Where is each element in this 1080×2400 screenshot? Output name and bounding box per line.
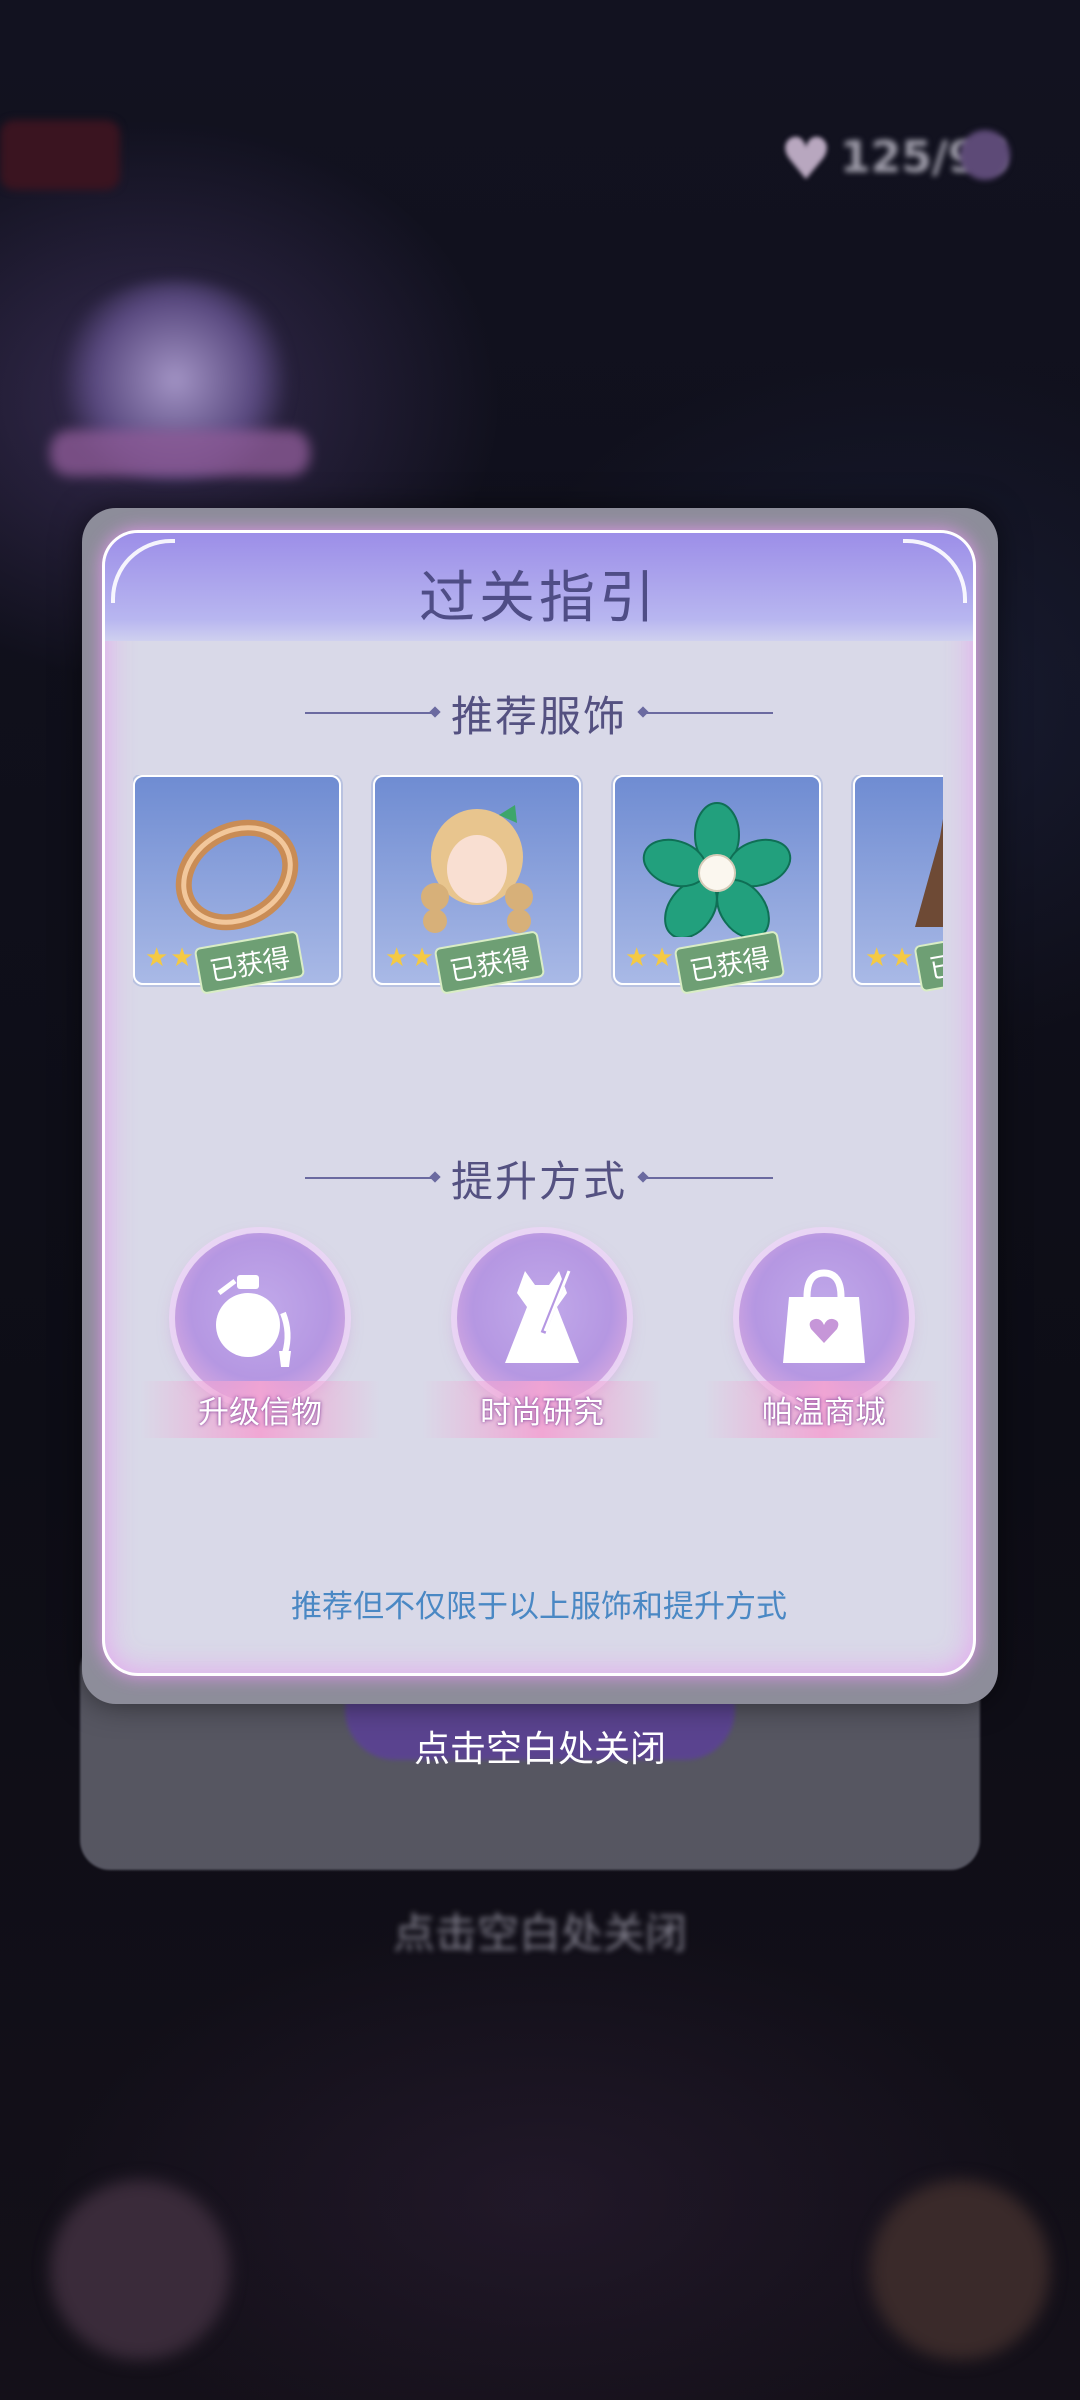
dress-icon <box>915 819 943 927</box>
method-label: 帕温商城 <box>704 1381 944 1438</box>
improve-section-title: 提升方式 <box>450 1156 627 1206</box>
close-hint[interactable]: 点击空白处关闭 <box>0 1720 1080 1772</box>
energy-heart-icon: ♥ <box>780 125 832 193</box>
hairstyle-icon <box>421 805 533 933</box>
owned-badge: 已获 <box>913 932 943 993</box>
recommended-items-list[interactable]: ★★★★★ 已获得 ★★★★★ 已获得 <box>133 775 943 995</box>
owned-badge: 已获得 <box>193 930 306 995</box>
dialog-header: 过关指引 <box>105 533 973 641</box>
background-bottom-right <box>870 2180 1050 2360</box>
perfume-bottle-icon <box>216 1275 291 1367</box>
divider <box>304 712 435 714</box>
improve-methods: 升级信物 时尚研究 帕温商城 <box>105 1233 973 1453</box>
ring-icon <box>175 819 299 931</box>
flower-icon <box>642 802 792 937</box>
shopping-bag-icon <box>783 1269 865 1363</box>
fashion-research-button[interactable]: 时尚研究 <box>422 1233 662 1438</box>
background-avatar-bar <box>50 430 310 476</box>
background-hint: 点击空白处关闭 <box>392 1909 687 1958</box>
guide-dialog-frame: 过关指引 推荐服饰 ★★★★★ 已获得 <box>82 508 998 1704</box>
upgrade-token-button[interactable]: 升级信物 <box>140 1233 380 1438</box>
pawen-mall-button[interactable]: 帕温商城 <box>704 1233 944 1438</box>
ring-item[interactable]: ★★★★★ 已获得 <box>133 775 341 995</box>
add-energy-icon <box>960 130 1010 180</box>
divider <box>304 1177 435 1179</box>
background-chip <box>0 120 120 190</box>
footer-note: 推荐但不仅限于以上服饰和提升方式 <box>291 1589 787 1625</box>
recommended-section-title: 推荐服饰 <box>450 691 627 741</box>
divider <box>643 1177 773 1179</box>
dialog-title: 过关指引 <box>419 566 659 631</box>
improve-section-header: 提升方式 <box>105 1148 973 1208</box>
hairstyle-item[interactable]: ★★★★★ 已获得 <box>373 775 581 995</box>
divider <box>643 712 773 714</box>
recommended-section-header: 推荐服饰 <box>105 683 973 743</box>
background-bottom-left <box>50 2180 230 2360</box>
dress-design-icon <box>505 1270 579 1363</box>
owned-badge: 已获得 <box>673 930 786 995</box>
flower-accessory-item[interactable]: ★★★★★ 已获得 <box>613 775 821 995</box>
owned-badge: 已获得 <box>433 930 546 995</box>
method-label: 升级信物 <box>140 1381 380 1438</box>
guide-dialog: 过关指引 推荐服饰 ★★★★★ 已获得 <box>102 530 976 1676</box>
method-label: 时尚研究 <box>422 1381 662 1438</box>
dress-item[interactable]: ★★★★★ 已获 <box>853 775 943 993</box>
